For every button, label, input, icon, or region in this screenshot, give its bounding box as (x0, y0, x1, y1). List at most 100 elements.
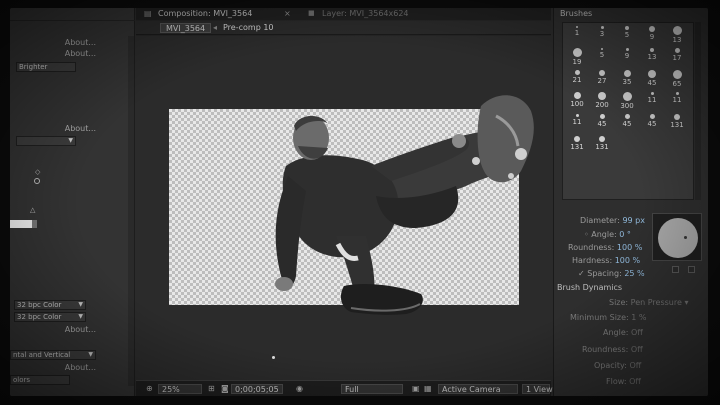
radio-icon[interactable] (34, 178, 40, 184)
about-link[interactable]: About... (65, 38, 96, 47)
brush-tip-cell[interactable]: 17 (666, 47, 688, 65)
diameter-value[interactable]: 99 px (622, 216, 645, 225)
brush-tip-cell[interactable]: 131 (591, 135, 613, 153)
region-icon[interactable]: ▣ (412, 384, 420, 394)
brush-tip-cell[interactable]: 27 (591, 69, 613, 87)
after-effects-window: About... About... Brighter About... ▼ ◇ … (10, 8, 708, 396)
dynamics-flow-row[interactable]: Flow: Off (606, 377, 641, 386)
composition-viewer[interactable] (136, 36, 551, 380)
transparency-icon[interactable]: ▦ (424, 384, 432, 394)
about-link[interactable]: About... (65, 325, 96, 334)
brush-tip-cell[interactable]: 65 (666, 69, 688, 88)
brush-tip-cell[interactable]: 13 (641, 47, 663, 65)
brush-tip-icon (622, 92, 632, 101)
checkbox-checked-icon[interactable]: ✓ (578, 269, 585, 278)
color-depth-dropdown[interactable]: 32 bpc Color ▼ (14, 300, 86, 310)
toggle-icon[interactable] (672, 266, 679, 273)
angle-handle-icon[interactable] (684, 236, 687, 239)
brush-tip-cell[interactable]: 45 (641, 113, 663, 131)
chevron-down-icon: ▼ (78, 313, 83, 320)
snapshot-icon[interactable]: ◉ (296, 384, 303, 394)
dynamics-min-size-row[interactable]: Minimum Size: 1 % (570, 313, 647, 322)
about-link[interactable]: About... (65, 363, 96, 372)
brush-tip-cell[interactable]: 9 (641, 25, 663, 43)
brush-tip-cell[interactable]: 200 (591, 91, 613, 109)
resolution-dropdown[interactable]: Full (341, 384, 403, 394)
roundness-control[interactable]: Roundness: 100 % (568, 243, 642, 252)
brush-tip-cell[interactable]: 1 (566, 25, 588, 43)
hardness-control[interactable]: Hardness: 100 % (572, 256, 640, 265)
brush-tip-cell[interactable]: 13 (666, 25, 688, 44)
about-link[interactable]: About... (65, 49, 96, 58)
keyframe-icon[interactable]: ◇ (35, 168, 40, 176)
panel-menu-icon[interactable]: ▤ (144, 9, 152, 18)
direction-dropdown[interactable]: ntal and Vertical ▼ (10, 350, 96, 360)
dynamics-value[interactable]: 1 % (631, 313, 646, 322)
dynamics-value[interactable]: Off (631, 345, 643, 354)
tab-composition[interactable]: Composition: MVI_3564 (158, 9, 252, 18)
brush-tip-cell[interactable]: 5 (591, 47, 613, 65)
toggle-icon[interactable] (688, 266, 695, 273)
grid-icon[interactable]: ⊞ (208, 384, 215, 394)
spacing-value[interactable]: 25 % (624, 269, 644, 278)
slider-handle-icon[interactable]: △ (30, 206, 35, 214)
brush-tip-cell[interactable]: 21 (566, 69, 588, 87)
dynamics-value[interactable]: Off (629, 377, 641, 386)
comp-navigator-item[interactable]: MVI_3564 (160, 23, 212, 33)
brush-tip-cell[interactable]: 45 (591, 113, 613, 131)
camera-view-dropdown[interactable]: Active Camera (438, 384, 518, 394)
brush-tip-cell[interactable]: 11 (566, 113, 588, 131)
brush-preview[interactable] (652, 213, 702, 261)
brush-tip-cell[interactable]: 300 (616, 91, 638, 110)
dynamics-opacity-row[interactable]: Opacity: Off (594, 361, 641, 370)
views-value: 1 View (526, 385, 553, 394)
brush-tip-cell[interactable]: 100 (566, 91, 588, 109)
hardness-value[interactable]: 100 % (615, 256, 640, 265)
view-layout-dropdown[interactable]: 1 View (522, 384, 553, 394)
panel-divider (10, 20, 135, 21)
dynamics-angle-row[interactable]: Angle: Off (603, 328, 643, 337)
close-icon[interactable]: × (284, 9, 291, 18)
diameter-control[interactable]: Diameter: 99 px (580, 216, 645, 225)
scrollbar[interactable] (128, 36, 134, 386)
dynamics-size-row[interactable]: Size: Pen Pressure ▾ (609, 298, 688, 307)
brush-tip-icon (650, 48, 654, 52)
color-swatch[interactable] (10, 220, 32, 228)
scrollbar[interactable] (695, 22, 701, 200)
brush-tip-cell[interactable]: 5 (616, 25, 638, 43)
brush-tip-cell[interactable]: 19 (566, 47, 588, 66)
comp-navigator-item[interactable]: Pre-comp 10 (218, 23, 279, 33)
brush-tip-cell[interactable]: 45 (641, 69, 663, 87)
brush-tip-cell[interactable]: 35 (616, 69, 638, 87)
brush-tip-cell[interactable]: 3 (591, 25, 613, 43)
blend-mode-dropdown[interactable]: Brighter (16, 62, 76, 72)
brush-tip-cell[interactable]: 11 (641, 91, 663, 109)
color-depth-dropdown[interactable]: 32 bpc Color ▼ (14, 312, 86, 322)
brush-tip-cell[interactable]: 11 (666, 91, 688, 109)
dropdown-value: 32 bpc Color (17, 313, 62, 321)
about-link[interactable]: About... (65, 124, 96, 133)
zoom-dropdown[interactable]: 25% (158, 384, 202, 394)
dynamics-value[interactable]: Off (631, 328, 643, 337)
brush-tip-cell[interactable]: 131 (666, 113, 688, 131)
dynamics-roundness-row[interactable]: Roundness: Off (582, 345, 643, 354)
camera-icon[interactable]: ◙ (221, 384, 229, 394)
current-time-display[interactable]: 0;00;05;05 (231, 384, 283, 394)
dynamics-value[interactable]: Pen Pressure (631, 298, 682, 307)
panel-title: Brushes (560, 9, 593, 18)
brush-tip-cell[interactable]: 45 (616, 113, 638, 131)
spacing-control[interactable]: ✓ Spacing: 25 % (578, 269, 645, 278)
angle-value[interactable]: 0 ° (619, 230, 631, 239)
brush-tip-cell[interactable]: 131 (566, 135, 588, 153)
brush-tip-icon (599, 114, 605, 119)
dynamics-value[interactable]: Off (629, 361, 641, 370)
angle-control[interactable]: ◦ Angle: 0 ° (584, 230, 631, 239)
roundness-value[interactable]: 100 % (617, 243, 642, 252)
chevron-down-icon: ▼ (78, 301, 83, 308)
tab-layer[interactable]: Layer: MVI_3564x624 (322, 9, 409, 18)
colors-dropdown[interactable]: olors (10, 375, 70, 385)
brush-tip-cell[interactable]: 9 (616, 47, 638, 65)
option-dropdown[interactable]: ▼ (16, 136, 76, 146)
magnifier-icon[interactable]: ⊕ (146, 384, 153, 394)
angle-dial-icon: ◦ (584, 230, 589, 239)
